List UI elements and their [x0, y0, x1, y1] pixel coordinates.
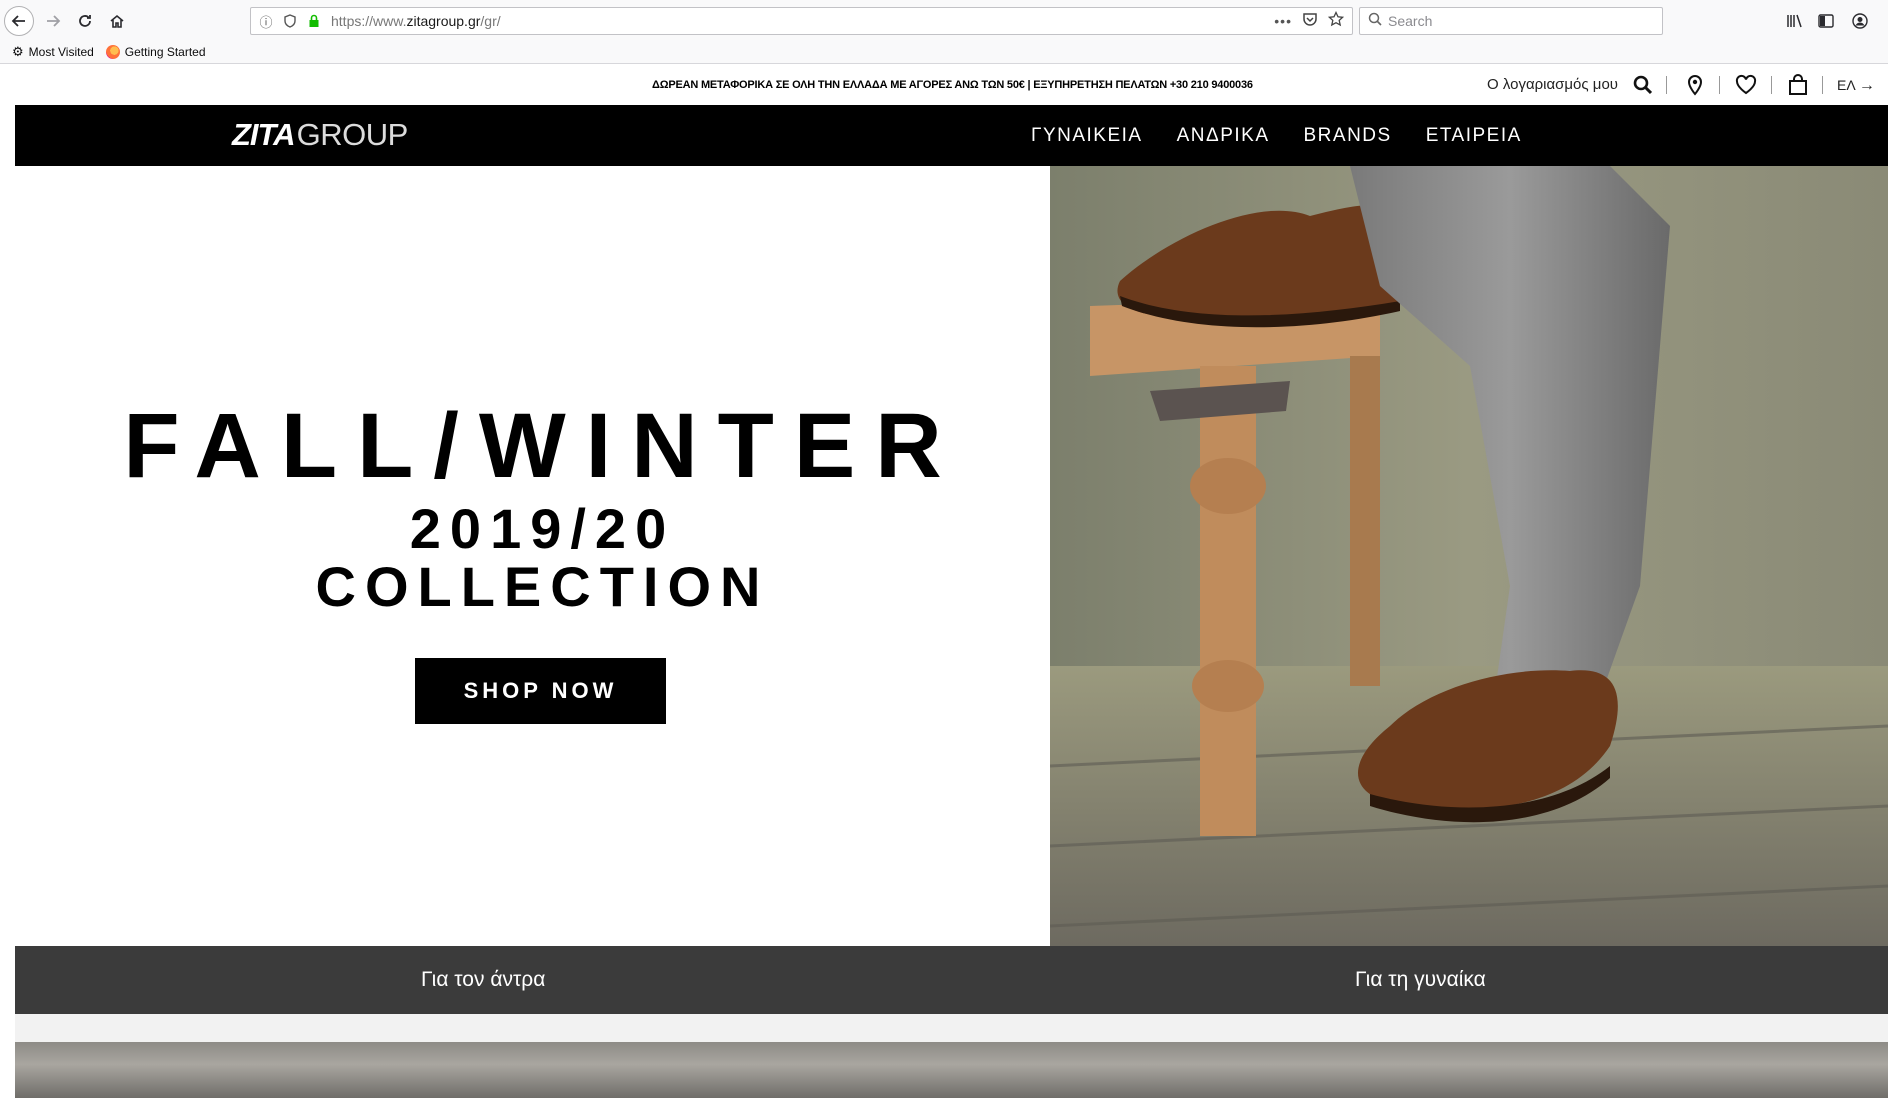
bookmarks-toolbar: ⚙ Most Visited Getting Started [0, 40, 1888, 64]
bookmark-star-icon[interactable] [1327, 10, 1345, 32]
shop-now-button[interactable]: SHOP NOW [415, 658, 666, 724]
hero-subtitle-year: 2019/20 [409, 497, 676, 560]
more-actions-icon[interactable]: ••• [1274, 13, 1292, 29]
info-icon[interactable]: ⓘ [257, 12, 275, 30]
url-text[interactable]: https://www.zitagroup.gr/gr/ [331, 13, 501, 29]
secondary-banner-image[interactable] [15, 1042, 1888, 1098]
search-icon [1368, 12, 1382, 31]
category-men-link[interactable]: Για τον άντρα [421, 968, 545, 992]
logo-light-text: GROUP [296, 117, 409, 152]
account-link[interactable]: Ο λογαριασμός μου [1487, 76, 1618, 93]
library-icon[interactable] [1784, 10, 1806, 32]
promo-message: ΔΩΡΕΑΝ ΜΕΤΑΦΟΡΙΚΑ ΣΕ ΟΛΗ ΤΗΝ ΕΛΛΑΔΑ ΜΕ Α… [652, 79, 1253, 91]
main-navigation: ZITA GROUP ΓΥΝΑΙΚΕΙΑ ΑΝΔΡΙΚΑ BRANDS ΕΤΑΙΡ… [15, 105, 1888, 166]
forward-button[interactable] [38, 6, 68, 36]
hero-subtitle-collection: COLLECTION [315, 555, 770, 618]
nav-item-men[interactable]: ΑΝΔΡΙΚΑ [1177, 125, 1270, 147]
language-label: ΕΛ [1837, 77, 1855, 93]
divider [1822, 76, 1823, 94]
store-locator-icon[interactable] [1684, 74, 1706, 96]
home-icon [110, 14, 124, 28]
arrow-right-icon: → [1858, 77, 1875, 94]
nav-item-brands[interactable]: BRANDS [1304, 125, 1392, 147]
pocket-icon[interactable] [1302, 11, 1318, 32]
browser-search-bar[interactable]: Search [1359, 7, 1663, 35]
hero-image[interactable] [1050, 166, 1888, 946]
reload-icon [79, 15, 91, 27]
logo-bold-text: ZITA [232, 117, 296, 152]
section-gap [15, 1014, 1888, 1042]
home-button[interactable] [102, 6, 132, 36]
bookmark-label: Most Visited [28, 45, 94, 59]
account-icon[interactable] [1849, 10, 1871, 32]
sidebar-icon[interactable] [1815, 10, 1837, 32]
promo-bar: ΔΩΡΕΑΝ ΜΕΤΑΦΟΡΙΚΑ ΣΕ ΟΛΗ ΤΗΝ ΕΛΛΑΔΑ ΜΕ Α… [15, 64, 1888, 104]
website: ΔΩΡΕΑΝ ΜΕΤΑΦΟΡΙΚΑ ΣΕ ΟΛΗ ΤΗΝ ΕΛΛΑΔΑ ΜΕ Α… [15, 64, 1888, 1098]
shield-icon[interactable] [281, 12, 299, 30]
bookmark-getting-started[interactable]: Getting Started [105, 45, 206, 59]
nav-links: ΓΥΝΑΙΚΕΙΑ ΑΝΔΡΙΚΑ BRANDS ΕΤΑΙΡΕΙΑ [1031, 105, 1522, 166]
arrow-left-icon [11, 15, 25, 27]
gear-icon: ⚙ [12, 44, 24, 59]
address-bar[interactable]: ⓘ https://www.zitagroup.gr/gr/ ••• [250, 7, 1353, 35]
nav-item-women[interactable]: ΓΥΝΑΙΚΕΙΑ [1031, 125, 1143, 147]
hero-title: FALL/WINTER [123, 395, 962, 497]
lock-icon[interactable] [305, 12, 323, 30]
divider [1771, 76, 1772, 94]
firefox-icon [105, 45, 120, 59]
site-logo[interactable]: ZITA GROUP [232, 115, 408, 155]
divider [1666, 76, 1667, 94]
shoes-photo [1050, 166, 1888, 946]
divider [1719, 76, 1720, 94]
shopping-bag-icon[interactable] [1787, 74, 1809, 96]
hero-banner: FALL/WINTER 2019/20 COLLECTION SHOP NOW [15, 166, 1888, 946]
bookmark-most-visited[interactable]: ⚙ Most Visited [12, 44, 94, 60]
browser-toolbar: ⓘ https://www.zitagroup.gr/gr/ ••• Searc… [0, 0, 1888, 64]
search-icon[interactable] [1632, 74, 1654, 96]
back-button[interactable] [4, 6, 34, 36]
reload-button[interactable] [70, 6, 100, 36]
category-bar: Για τον άντρα Για τη γυναίκα [15, 946, 1888, 1014]
search-placeholder: Search [1388, 13, 1433, 29]
hero-text-panel: FALL/WINTER 2019/20 COLLECTION SHOP NOW [15, 166, 1050, 946]
arrow-right-icon [47, 15, 61, 27]
language-switcher[interactable]: ΕΛ → [1837, 77, 1875, 95]
wishlist-heart-icon[interactable] [1735, 74, 1757, 96]
nav-item-company[interactable]: ΕΤΑΙΡΕΙΑ [1426, 125, 1522, 147]
bookmark-label: Getting Started [124, 45, 206, 59]
category-women-link[interactable]: Για τη γυναίκα [1355, 968, 1486, 992]
